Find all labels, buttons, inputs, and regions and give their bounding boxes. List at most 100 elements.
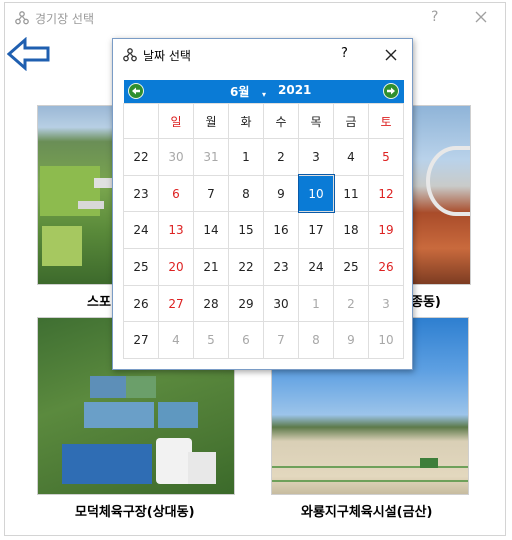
window-title: 경기장 선택: [35, 12, 95, 26]
back-arrow-icon[interactable]: [7, 37, 51, 71]
previous-month-button[interactable]: [128, 83, 144, 99]
help-button[interactable]: ?: [341, 46, 348, 61]
weekday-header: 일: [158, 103, 194, 139]
calendar-week-row: 23 6 7 8 9 10 11 12: [123, 174, 404, 213]
day-cell[interactable]: 25: [333, 248, 369, 286]
photo-court: [126, 376, 156, 398]
day-cell[interactable]: 19: [368, 211, 404, 250]
day-cell[interactable]: 4: [333, 138, 369, 176]
year-selector[interactable]: 2021: [278, 83, 311, 97]
day-cell[interactable]: 31: [193, 138, 229, 176]
week-number: 27: [123, 321, 159, 360]
facility-caption-1[interactable]: 스포: [87, 291, 111, 310]
calendar-week-row: 22 30 31 1 2 3 4 5: [123, 138, 404, 176]
photo-field: [42, 226, 82, 266]
calendar-week-row: 27 4 5 6 7 8 9 10: [123, 321, 404, 360]
week-number: 25: [123, 248, 159, 286]
day-cell[interactable]: 18: [333, 211, 369, 250]
day-cell[interactable]: 22: [228, 248, 264, 286]
photo-dome: [156, 438, 192, 484]
dialog-title: 날짜 선택: [143, 49, 191, 63]
photo-court: [62, 444, 152, 484]
weekday-header: 화: [228, 103, 264, 139]
weekday-header: 금: [333, 103, 369, 139]
day-cell[interactable]: 1: [298, 284, 334, 323]
month-selector[interactable]: 6월: [230, 83, 249, 100]
chevron-down-icon[interactable]: ▾: [262, 90, 266, 99]
day-cell[interactable]: 30: [158, 138, 194, 176]
day-cell[interactable]: 10: [368, 321, 404, 360]
close-icon[interactable]: [381, 45, 401, 65]
app-icon: [15, 11, 29, 25]
week-number: 26: [123, 284, 159, 323]
week-number: 22: [123, 138, 159, 176]
next-month-button[interactable]: [383, 83, 399, 99]
facility-caption-2-partial[interactable]: 종동): [411, 291, 441, 310]
day-cell[interactable]: 6: [158, 174, 194, 213]
day-cell[interactable]: 28: [193, 284, 229, 323]
day-cell[interactable]: 29: [228, 284, 264, 323]
day-cell[interactable]: 4: [158, 321, 194, 360]
day-cell[interactable]: 11: [333, 174, 369, 213]
day-cell[interactable]: 5: [368, 138, 404, 176]
day-cell[interactable]: 27: [158, 284, 194, 323]
week-column-header: [123, 103, 159, 139]
day-cell[interactable]: 24: [298, 248, 334, 286]
facility-caption-3[interactable]: 모덕체육구장(상대동): [75, 501, 195, 520]
day-cell[interactable]: 5: [193, 321, 229, 360]
day-cell[interactable]: 3: [298, 138, 334, 176]
day-cell[interactable]: 1: [228, 138, 264, 176]
date-picker-dialog: 날짜 선택 ? 6월 ▾ 2021 일 월 화 수 목 금 토 22 30 31…: [112, 38, 413, 370]
calendar-week-row: 24 13 14 15 16 17 18 19: [123, 211, 404, 250]
day-cell[interactable]: 9: [333, 321, 369, 360]
calendar-week-row: 25 20 21 22 23 24 25 26: [123, 248, 404, 286]
photo-fence: [272, 466, 468, 482]
facility-caption-4[interactable]: 와룡지구체육시설(금산): [301, 501, 432, 520]
day-cell[interactable]: 30: [263, 284, 299, 323]
weekday-header: 목: [298, 103, 334, 139]
photo-building: [94, 178, 114, 188]
day-cell[interactable]: 13: [158, 211, 194, 250]
day-cell[interactable]: 7: [263, 321, 299, 360]
window-titlebar: 경기장 선택 ?: [5, 3, 505, 33]
arrow-right-icon: [387, 87, 395, 95]
arrow-left-icon: [132, 87, 140, 95]
day-cell[interactable]: 2: [263, 138, 299, 176]
day-cell[interactable]: 8: [228, 174, 264, 213]
app-icon: [123, 48, 137, 62]
day-cell[interactable]: 9: [263, 174, 299, 213]
photo-dome: [188, 452, 216, 484]
day-cell[interactable]: 7: [193, 174, 229, 213]
calendar-week-row: 26 27 28 29 30 1 2 3: [123, 284, 404, 323]
day-cell[interactable]: 15: [228, 211, 264, 250]
day-cell[interactable]: 6: [228, 321, 264, 360]
day-cell[interactable]: 14: [193, 211, 229, 250]
day-cell-selected[interactable]: 10: [297, 174, 335, 213]
photo-shed: [420, 458, 438, 468]
weekday-header-row: 일 월 화 수 목 금 토: [123, 103, 404, 139]
photo-building: [78, 201, 104, 209]
day-cell[interactable]: 23: [263, 248, 299, 286]
calendar-grid: 일 월 화 수 목 금 토 22 30 31 1 2 3 4 5 23 6 7 …: [123, 103, 404, 360]
day-cell[interactable]: 12: [368, 174, 404, 213]
photo-court: [84, 402, 154, 428]
day-cell[interactable]: 21: [193, 248, 229, 286]
photo-court: [158, 402, 198, 428]
weekday-header: 수: [263, 103, 299, 139]
photo-roof: [426, 146, 470, 216]
day-cell[interactable]: 8: [298, 321, 334, 360]
day-cell[interactable]: 3: [368, 284, 404, 323]
dialog-titlebar: 날짜 선택 ?: [113, 39, 412, 71]
week-number: 23: [123, 174, 159, 213]
weekday-header: 월: [193, 103, 229, 139]
day-cell[interactable]: 2: [333, 284, 369, 323]
calendar-header: 6월 ▾ 2021: [124, 80, 404, 103]
weekday-header: 토: [368, 103, 404, 139]
week-number: 24: [123, 211, 159, 250]
day-cell[interactable]: 20: [158, 248, 194, 286]
close-icon[interactable]: [471, 7, 491, 27]
day-cell[interactable]: 16: [263, 211, 299, 250]
help-button[interactable]: ?: [431, 9, 438, 25]
day-cell[interactable]: 17: [298, 211, 334, 250]
day-cell[interactable]: 26: [368, 248, 404, 286]
